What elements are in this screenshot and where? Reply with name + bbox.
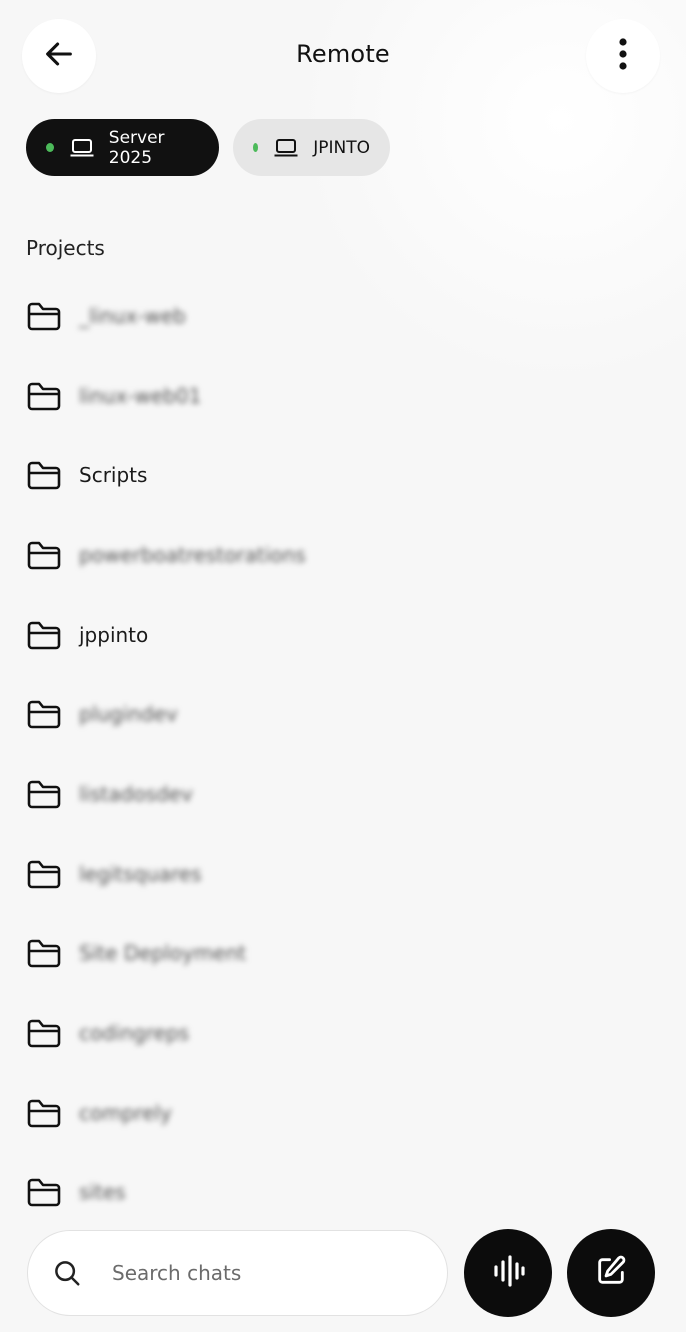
list-item[interactable]: powerboatrestorations (26, 515, 646, 595)
list-item[interactable]: Scripts (26, 435, 646, 515)
projects-heading: Projects (26, 236, 105, 260)
list-item[interactable]: legitsquares (26, 834, 646, 914)
project-name: Scripts (79, 463, 148, 488)
remote-screen: Remote Server 2025 JPINTO Projects _linu… (0, 0, 686, 1332)
list-item[interactable]: _linux-web (26, 276, 646, 356)
page-title: Remote (296, 40, 390, 68)
device-chip-server-2025[interactable]: Server 2025 (26, 119, 219, 176)
device-chip-label: Server 2025 (108, 127, 165, 168)
folder-icon (26, 856, 62, 892)
list-item[interactable]: jppinto (26, 595, 646, 675)
online-status-dot (253, 143, 259, 152)
folder-icon (26, 1174, 62, 1210)
project-list: _linux-web linux-web01 Scripts powerboat… (26, 276, 646, 1232)
project-name: codingreps (79, 1021, 190, 1046)
list-item[interactable]: listadosdev (26, 754, 646, 834)
folder-icon (26, 696, 62, 732)
project-name: sites (79, 1180, 126, 1205)
online-status-dot (46, 143, 54, 152)
device-chip-jpinto[interactable]: JPINTO (233, 119, 390, 176)
folder-icon (26, 1095, 62, 1131)
project-name: powerboatrestorations (79, 542, 306, 567)
edit-icon (594, 1254, 628, 1292)
list-item[interactable]: Site Deployment (26, 914, 646, 994)
project-name: plugindev (79, 702, 178, 727)
list-item[interactable]: plugindev (26, 674, 646, 754)
device-chip-label: JPINTO (313, 137, 370, 158)
folder-icon (26, 537, 62, 573)
laptop-icon (273, 138, 299, 158)
list-item[interactable]: sites (26, 1153, 646, 1233)
more-options-button[interactable] (586, 19, 660, 93)
voice-button[interactable] (464, 1229, 552, 1317)
device-selector: Server 2025 JPINTO (26, 119, 390, 176)
list-item[interactable]: codingreps (26, 993, 646, 1073)
search-bar[interactable] (27, 1230, 448, 1316)
more-vertical-icon (618, 37, 628, 75)
project-name: linux-web01 (79, 383, 202, 408)
project-name: comprely (79, 1100, 172, 1125)
laptop-icon (69, 138, 95, 158)
folder-icon (26, 935, 62, 971)
folder-icon (26, 1015, 62, 1051)
project-name: jppinto (79, 622, 149, 647)
project-name: listadosdev (79, 781, 193, 806)
list-item[interactable]: linux-web01 (26, 356, 646, 436)
audio-wave-icon (491, 1254, 525, 1292)
folder-icon (26, 617, 62, 653)
new-chat-button[interactable] (567, 1229, 655, 1317)
project-name: legitsquares (79, 861, 202, 886)
project-name: Site Deployment (79, 941, 247, 966)
folder-icon (26, 776, 62, 812)
project-name: _linux-web (79, 303, 186, 328)
folder-icon (26, 378, 62, 414)
folder-icon (26, 457, 62, 493)
search-icon (52, 1258, 82, 1288)
list-item[interactable]: comprely (26, 1073, 646, 1153)
search-input[interactable] (112, 1261, 392, 1285)
folder-icon (26, 298, 62, 334)
